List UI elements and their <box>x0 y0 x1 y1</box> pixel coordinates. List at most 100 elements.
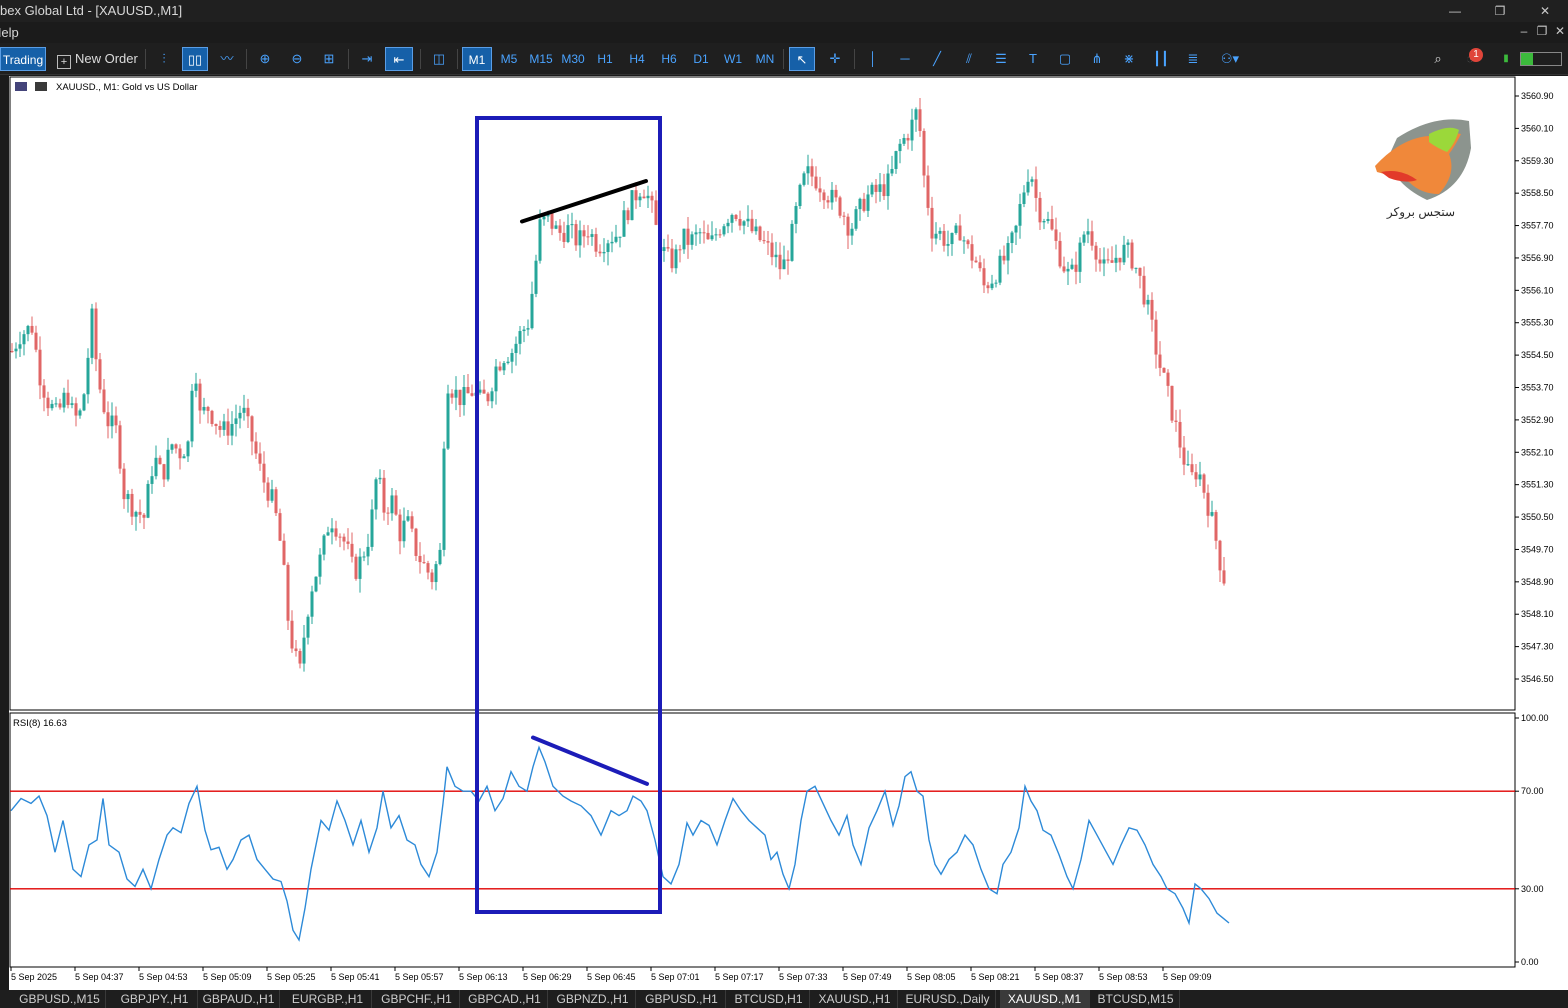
candle-body <box>802 173 806 185</box>
shapes-icon[interactable]: ⚇▾ <box>1212 47 1248 71</box>
screenshot-icon[interactable]: ◫ <box>426 47 452 71</box>
candle-body <box>666 247 670 249</box>
chart-shift-icon[interactable]: ⇤ <box>385 47 413 71</box>
candle-body <box>1126 242 1130 245</box>
timeframe-h4[interactable]: H4 <box>622 47 652 71</box>
minimize-button[interactable]: — <box>1440 1 1470 21</box>
trend-line-icon[interactable]: ╱ <box>924 47 950 71</box>
price-tick-label: 3554.50 <box>1521 350 1554 360</box>
candle-body <box>654 200 658 225</box>
menu-help[interactable]: Help <box>0 25 19 40</box>
candle-body <box>1214 512 1218 541</box>
channel-icon[interactable]: ⫽ <box>956 47 982 71</box>
candle-body <box>886 173 890 197</box>
chart-tab[interactable]: EURGBP.,H1 <box>284 990 372 1008</box>
gann-icon[interactable]: ≣ <box>1180 47 1206 71</box>
candle-body <box>230 423 234 436</box>
crosshair-icon[interactable]: ✛ <box>822 47 848 71</box>
restore-button[interactable]: ❐ <box>1485 1 1515 21</box>
timeframe-m30[interactable]: M30 <box>558 47 588 71</box>
chart-window[interactable]: 3560.90 3560.10 3559.30 3558.50 3557.70 3556.… <box>9 76 1568 990</box>
candle-body <box>438 549 442 565</box>
timeframe-mn[interactable]: MN <box>750 47 780 71</box>
timeframe-w1[interactable]: W1 <box>718 47 748 71</box>
candle-body <box>670 248 674 269</box>
candle-body <box>894 151 898 169</box>
chart-tab[interactable]: GBPUSD.,H1 <box>638 990 726 1008</box>
candle-body <box>930 207 934 239</box>
rectangle-icon[interactable]: ▢ <box>1052 47 1078 71</box>
search-icon[interactable]: ⌕ <box>1426 47 1450 71</box>
candle-body <box>250 416 254 442</box>
candle-body <box>178 448 182 459</box>
candle-body <box>1122 244 1126 263</box>
zoom-in-icon[interactable]: ⊕ <box>252 47 278 71</box>
chart-tab[interactable]: GBPCAD.,H1 <box>462 990 548 1008</box>
text-icon[interactable]: T <box>1020 47 1046 71</box>
rsi-tick-label: 100.00 <box>1521 713 1549 723</box>
candle-body <box>334 528 338 537</box>
chart-tab[interactable]: GBPAUD.,H1 <box>198 990 280 1008</box>
mdi-restore-button[interactable]: ❐ <box>1532 24 1552 41</box>
mdi-close-button[interactable]: ✕ <box>1550 24 1568 41</box>
chart-tab[interactable]: GBPUSD.,M15 <box>14 990 106 1008</box>
grid-icon[interactable]: ⊞ <box>316 47 342 71</box>
candle-body <box>898 143 902 152</box>
candle-body <box>542 216 546 220</box>
candle-body <box>354 556 358 579</box>
time-tick-label: 5 Sep 07:17 <box>715 972 764 982</box>
fibo-icon[interactable]: ☰ <box>988 47 1014 71</box>
timeframe-m1[interactable]: M1 <box>462 47 492 71</box>
price-tick-label: 3552.10 <box>1521 447 1554 457</box>
candle-body <box>190 390 194 442</box>
vertical-line-icon[interactable]: │ <box>860 47 886 71</box>
candle-body <box>1170 385 1174 421</box>
candle-body <box>750 218 754 232</box>
candle-body <box>782 259 786 270</box>
candle-body <box>1074 264 1078 272</box>
notification-badge: 1 <box>1469 48 1483 62</box>
candle-body <box>22 334 26 345</box>
chart-canvas[interactable]: 3560.90 3560.10 3559.30 3558.50 3557.70 3556.… <box>9 76 1568 990</box>
candle-body <box>874 184 878 192</box>
bar-chart-icon[interactable]: ⫶ <box>152 47 176 71</box>
horizontal-line-icon[interactable]: ─ <box>892 47 918 71</box>
chart-tab[interactable]: XAUUSD.,M1 <box>1000 990 1090 1008</box>
chart-tab[interactable]: EURUSD.,Daily <box>900 990 996 1008</box>
new-order-button[interactable]: + New Order <box>53 47 139 71</box>
signal-icon: ▮ <box>1503 53 1509 64</box>
pitchfork-icon[interactable]: ⋔ <box>1084 47 1110 71</box>
candle-body <box>10 351 14 353</box>
candles-icon[interactable]: ▯▯ <box>182 47 208 71</box>
timeframe-m5[interactable]: M5 <box>494 47 524 71</box>
candle-body <box>746 218 750 222</box>
autoscroll-icon[interactable]: ⇥ <box>354 47 380 71</box>
zoom-out-icon[interactable]: ⊖ <box>284 47 310 71</box>
algo-trading-button[interactable]: Trading <box>0 47 46 71</box>
fan-icon[interactable]: ⋇ <box>1116 47 1142 71</box>
cycle-icon[interactable]: ┃┃ <box>1148 47 1174 71</box>
candle-body <box>130 493 134 517</box>
new-order-icon: + <box>57 55 71 69</box>
candle-body <box>862 198 866 211</box>
candle-body <box>450 393 454 398</box>
chart-tab[interactable]: GBPCHF.,H1 <box>374 990 460 1008</box>
mdi-minimize-button[interactable]: – <box>1514 24 1534 41</box>
chart-tab[interactable]: XAUUSD.,H1 <box>812 990 898 1008</box>
chart-tab[interactable]: BTCUSD,H1 <box>728 990 810 1008</box>
candle-body <box>186 441 190 457</box>
timeframe-h1[interactable]: H1 <box>590 47 620 71</box>
price-tick-label: 3559.30 <box>1521 156 1554 166</box>
candle-body <box>966 240 970 245</box>
timeframe-m15[interactable]: M15 <box>526 47 556 71</box>
line-chart-icon[interactable]: 〰 <box>214 47 240 71</box>
candle-body <box>1046 219 1050 222</box>
symbol-icon-2 <box>35 82 47 91</box>
timeframe-d1[interactable]: D1 <box>686 47 716 71</box>
timeframe-h6[interactable]: H6 <box>654 47 684 71</box>
chart-tab[interactable]: BTCUSD,M15 <box>1092 990 1180 1008</box>
chart-tab[interactable]: GBPJPY.,H1 <box>112 990 198 1008</box>
close-button[interactable]: ✕ <box>1530 1 1560 21</box>
chart-tab[interactable]: GBPNZD.,H1 <box>550 990 636 1008</box>
cursor-icon[interactable]: ↖ <box>789 47 815 71</box>
